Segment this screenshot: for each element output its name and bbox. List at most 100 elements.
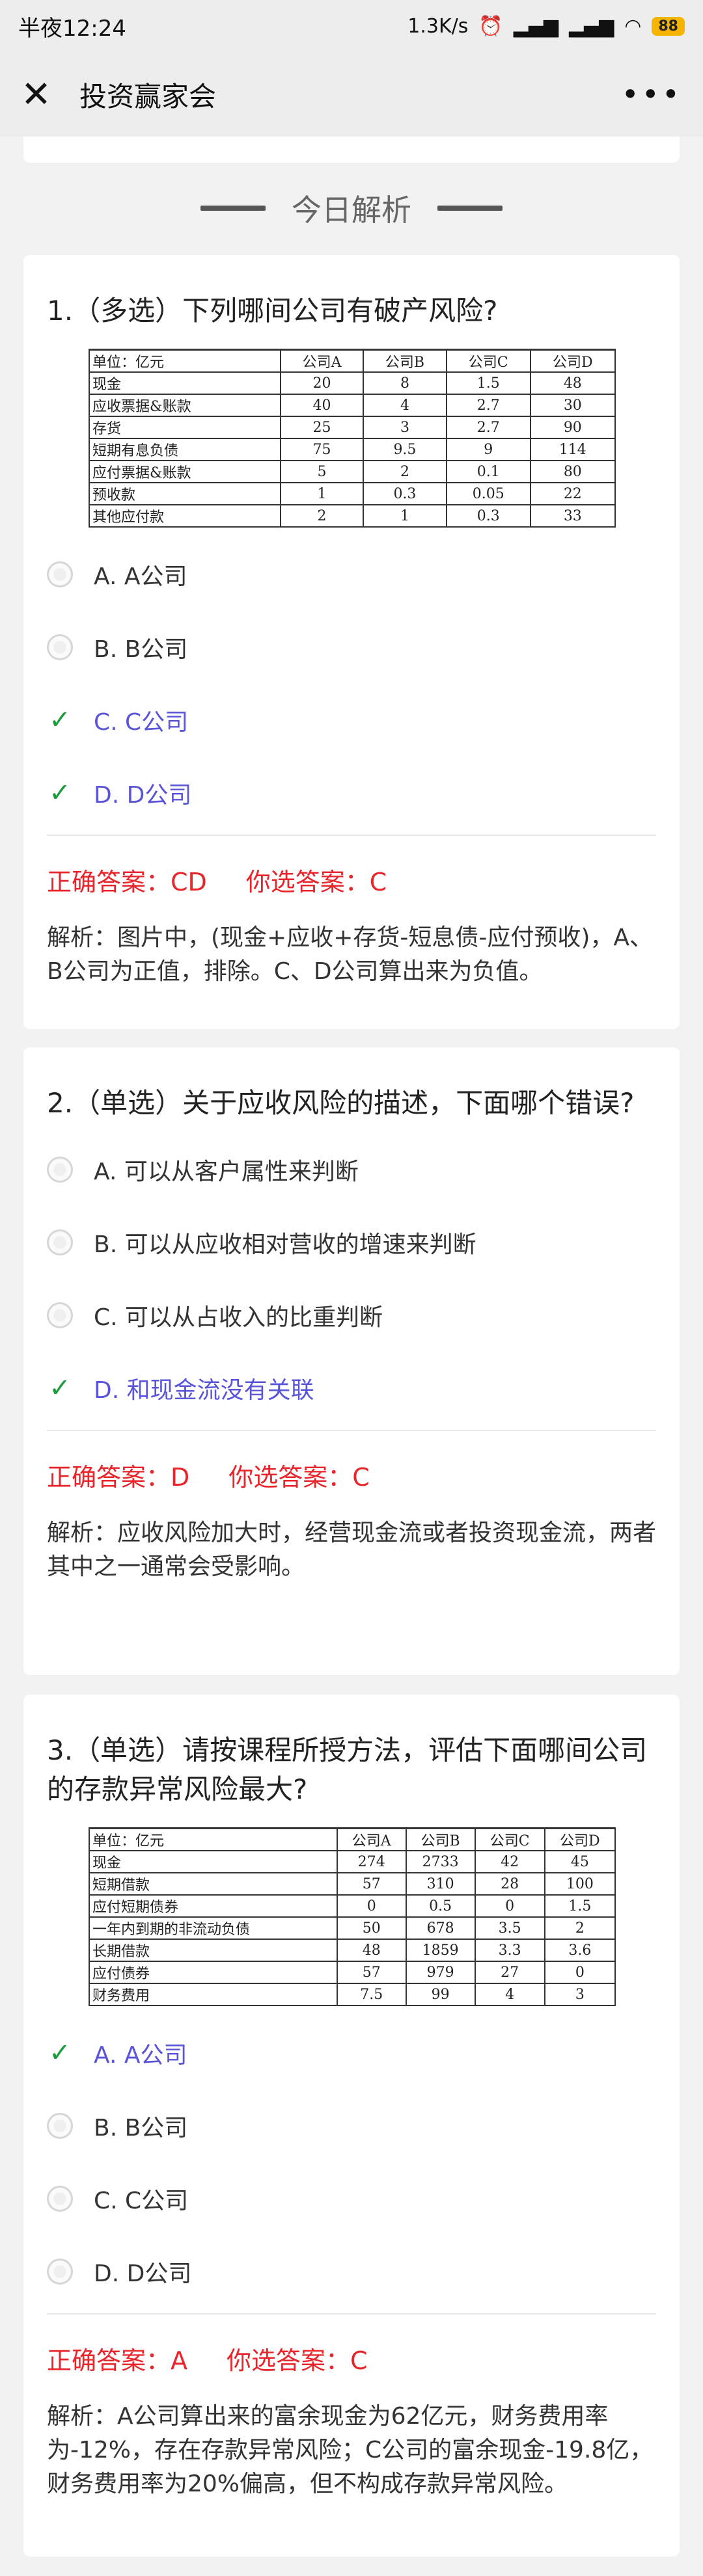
table-row: 应付票据&账款 5 2 0.1 80 xyxy=(89,460,616,483)
table-cell: 3.5 xyxy=(474,1916,545,1940)
table-cell: 公司C xyxy=(474,1827,545,1851)
table-cell: 单位：亿元 xyxy=(89,349,281,373)
table-cell: 应付票据&账款 xyxy=(89,460,281,483)
table-cell: 40 xyxy=(279,394,365,417)
table-cell: 57 xyxy=(336,1872,407,1896)
option-item[interactable]: ✓ D. D公司 xyxy=(47,757,656,829)
option-label: A. A公司 xyxy=(94,2042,187,2069)
table-row: 短期借款 57 310 28 100 xyxy=(89,1872,616,1896)
your-answer: 你选答案：C xyxy=(245,868,387,896)
table-cell: 一年内到期的非流动负债 xyxy=(89,1916,338,1940)
option-item[interactable]: ✓ D. 和现金流没有关联 xyxy=(47,1352,656,1425)
question-text: 2.（单选）关于应收风险的描述，下面哪个错误? xyxy=(47,1087,635,1119)
question-card-3: 3.（单选）请按课程所授方法，评估下面哪间公司的存款异常风险最大? 单位：亿元公… xyxy=(23,1695,680,2556)
table-row: 应收票据&账款 40 4 2.7 30 xyxy=(89,394,616,417)
table-cell: 0.3 xyxy=(363,482,447,505)
table-cell: 2733 xyxy=(405,1850,476,1873)
option-item[interactable]: ✓ A. A公司 xyxy=(47,2017,656,2089)
option-item[interactable]: C. C公司 xyxy=(47,2162,656,2235)
option-item[interactable]: D. D公司 xyxy=(47,2235,656,2308)
more-icon[interactable]: ••• xyxy=(622,77,682,112)
table-cell: 1859 xyxy=(405,1939,476,1962)
correct-answer: 正确答案：A xyxy=(47,2346,187,2375)
table-cell: 4 xyxy=(363,394,447,417)
options-list: A. A公司 B. B公司 ✓ C. C公司 ✓ D. D公司 xyxy=(47,538,656,829)
nav-bar: ✕ 投资赢家会 ••• xyxy=(0,52,703,137)
radio-icon xyxy=(47,2259,73,2285)
table-cell: 979 xyxy=(405,1961,476,1984)
table-cell: 9 xyxy=(445,438,531,461)
previous-card xyxy=(23,137,680,163)
table-cell: 公司D xyxy=(544,1827,616,1851)
table-cell: 短期有息负债 xyxy=(89,438,281,461)
table-cell: 75 xyxy=(279,438,365,461)
table-cell: 33 xyxy=(529,504,616,528)
table-cell: 2 xyxy=(363,460,447,483)
option-item[interactable]: B. B公司 xyxy=(47,611,656,684)
table-cell: 100 xyxy=(544,1872,616,1896)
data-table: 单位：亿元 公司A 公司B 公司C 公司D 现金 20 8 1.5 48 应收票据&账款 40 4 2.7… xyxy=(89,349,616,528)
options-list: A. 可以从客户属性来判断 B. 可以从应收相对营收的增速来判断 C. 可以从占收入… xyxy=(47,1133,656,1425)
table-cell: 3.3 xyxy=(474,1939,545,1962)
table-cell: 2.7 xyxy=(445,394,531,417)
battery-icon: 88 xyxy=(652,16,685,36)
your-answer: 你选答案：C xyxy=(227,2346,368,2375)
option-label: B. 可以从应收相对营收的增速来判断 xyxy=(94,1231,476,1258)
table-row: 应付债券 57 979 27 0 xyxy=(89,1961,616,1984)
explanation: 解析：A公司算出来的富余现金为62亿元，财务费用率为-12%，存在存款异常风险；… xyxy=(47,2403,654,2497)
table-cell: 应付短期债券 xyxy=(89,1894,338,1918)
table-row: 应付短期债券 0 0.5 0 1.5 xyxy=(89,1894,616,1918)
option-label: D. 和现金流没有关联 xyxy=(94,1377,314,1404)
question-text: 1.（多选）下列哪间公司有破产风险? xyxy=(47,295,498,327)
option-label: C. C公司 xyxy=(94,709,189,736)
option-item[interactable]: C. 可以从占收入的比重判断 xyxy=(47,1279,656,1352)
signal-icon: ▂▄▆ xyxy=(513,14,558,38)
table-cell: 48 xyxy=(336,1939,407,1962)
page-title: 投资赢家会 xyxy=(79,80,217,113)
table-cell: 9.5 xyxy=(363,438,447,461)
table-cell: 财务费用 xyxy=(89,1983,338,2006)
table-cell: 预收款 xyxy=(89,482,281,505)
option-item[interactable]: B. 可以从应收相对营收的增速来判断 xyxy=(47,1206,656,1279)
table-cell: 公司B xyxy=(363,349,447,373)
table-cell: 310 xyxy=(405,1872,476,1896)
question-card-2: 2.（单选）关于应收风险的描述，下面哪个错误? A. 可以从客户属性来判断 B. … xyxy=(23,1047,680,1675)
section-title: 今日解析 xyxy=(292,193,411,228)
table-cell: 114 xyxy=(529,438,616,461)
table-cell: 应付债券 xyxy=(89,1961,338,1984)
table-cell: 50 xyxy=(336,1916,407,1940)
table-cell: 678 xyxy=(405,1916,476,1940)
table-header-row: 单位：亿元 公司A 公司B 公司C 公司D xyxy=(89,349,616,373)
table-cell: 8 xyxy=(363,371,447,395)
table-cell: 存货 xyxy=(89,416,281,439)
table-cell: 27 xyxy=(474,1961,545,1984)
table-row: 财务费用 7.5 99 4 3 xyxy=(89,1983,616,2006)
table-cell: 1 xyxy=(363,504,447,528)
table-row: 一年内到期的非流动负债 50 678 3.5 2 xyxy=(89,1916,616,1940)
table-cell: 30 xyxy=(529,394,616,417)
check-icon: ✓ xyxy=(49,1373,71,1403)
explanation: 解析：图片中，(现金+应收+存货-短息债-应付预收)，A、B公司为正值，排除。C… xyxy=(47,924,654,985)
table-row: 其他应付款 2 1 0.3 33 xyxy=(89,504,616,528)
table-cell: 0 xyxy=(544,1961,616,1984)
table-row: 存货 25 3 2.7 90 xyxy=(89,416,616,439)
option-item[interactable]: ✓ C. C公司 xyxy=(47,684,656,757)
question-text: 3.（单选）请按课程所授方法，评估下面哪间公司的存款异常风险最大? xyxy=(47,1734,648,1805)
table-cell: 1 xyxy=(279,482,365,505)
close-icon[interactable]: ✕ xyxy=(21,74,73,116)
option-item[interactable]: B. B公司 xyxy=(47,2089,656,2162)
table-cell: 公司A xyxy=(336,1827,407,1851)
table-cell: 22 xyxy=(529,482,616,505)
status-bar: 半夜12:24 1.3K/s ⏰ ▂▄▆ ▂▄▆ ◠ 88 xyxy=(0,0,703,52)
option-label: B. B公司 xyxy=(94,2115,188,2141)
table-cell: 7.5 xyxy=(336,1983,407,2006)
option-item[interactable]: A. 可以从客户属性来判断 xyxy=(47,1133,656,1206)
alarm-icon: ⏰ xyxy=(478,14,503,38)
status-time: 半夜12:24 xyxy=(18,15,126,42)
check-icon: ✓ xyxy=(49,705,71,735)
option-label: C. C公司 xyxy=(94,2188,189,2214)
table-row: 长期借款 48 1859 3.3 3.6 xyxy=(89,1939,616,1962)
option-label: B. B公司 xyxy=(94,636,188,663)
option-item[interactable]: A. A公司 xyxy=(47,538,656,611)
radio-icon xyxy=(47,561,73,587)
